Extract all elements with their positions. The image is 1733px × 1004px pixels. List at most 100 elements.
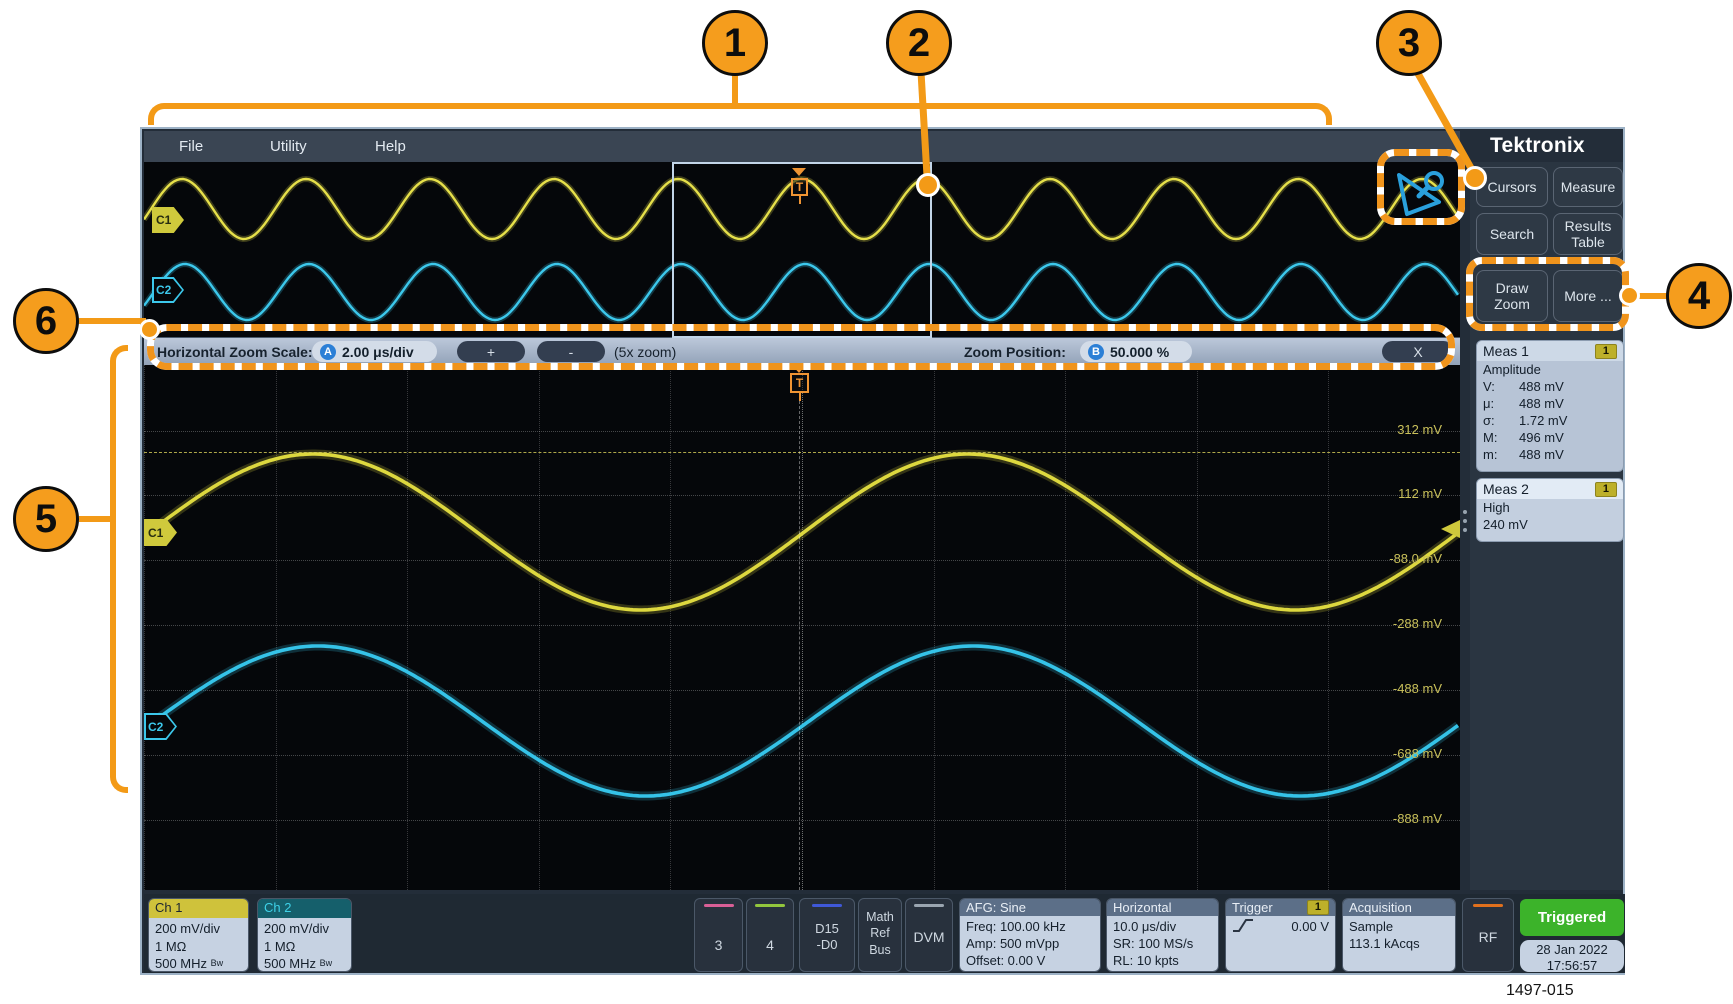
- ch2-badge-title: Ch 2: [258, 899, 351, 918]
- callout5-bracket: [110, 345, 128, 793]
- rising-edge-icon: [1232, 918, 1254, 933]
- acquisition-title: Acquisition: [1349, 900, 1412, 915]
- figure-id: 1497-015: [1506, 982, 1574, 1000]
- zoom-bar-highlight: [147, 324, 1455, 370]
- horizontal-sr: SR: 100 MS/s: [1113, 935, 1212, 952]
- ch1-zoom-marker[interactable]: C1: [144, 519, 177, 546]
- ch2-overview-marker[interactable]: C2: [152, 277, 184, 303]
- meas1-row-label: M:: [1483, 429, 1519, 446]
- ch2-badge[interactable]: Ch 2 200 mV/div 1 MΩ 500 MHz Bw: [257, 898, 352, 972]
- callout1-stem: [732, 74, 738, 104]
- ch1-level-arrow-icon: [1441, 520, 1460, 538]
- menu-help[interactable]: Help: [375, 138, 406, 155]
- ch2-impedance: 1 MΩ: [264, 938, 345, 956]
- meas1-row-label: σ:: [1483, 412, 1519, 429]
- meas1-name: Amplitude: [1483, 361, 1541, 378]
- callout4-dot: [1619, 285, 1640, 306]
- measure-button[interactable]: Measure: [1553, 167, 1623, 207]
- meas1-row-label: μ:: [1483, 395, 1519, 412]
- ch1-scale: 200 mV/div: [155, 920, 242, 938]
- meas2-value: 240 mV: [1483, 516, 1528, 533]
- callout-1: 1: [702, 10, 768, 76]
- meas1-row-label: m:: [1483, 446, 1519, 463]
- meas1-row-value: 488 mV: [1519, 395, 1564, 412]
- ch3-button[interactable]: 3: [694, 898, 743, 972]
- ch4-button[interactable]: 4: [746, 898, 794, 972]
- y-tick-label: 112 mV: [1398, 486, 1442, 501]
- horizontal-rl: RL: 10 kpts: [1113, 952, 1212, 969]
- digital-channels-button[interactable]: D15 -D0: [799, 898, 855, 972]
- trigger-status-badge: Triggered: [1520, 899, 1624, 936]
- ch4-color-strip: [755, 904, 785, 907]
- waveform-overview: T C1 C2: [144, 162, 1460, 338]
- trigger-marker-overview[interactable]: T: [791, 178, 808, 196]
- callout-4: 4: [1666, 263, 1732, 329]
- afg-badge[interactable]: AFG: Sine Freq: 100.00 kHz Amp: 500 mVpp…: [959, 898, 1101, 972]
- acquisition-mode: Sample: [1349, 918, 1449, 935]
- ch1-impedance: 1 MΩ: [155, 938, 242, 956]
- ch1-overview-marker[interactable]: C1: [152, 207, 184, 233]
- trigger-level: 0.00 V: [1291, 918, 1329, 935]
- trigger-marker-stem: [799, 196, 801, 204]
- meas1-title: Meas 1: [1483, 343, 1529, 359]
- menu-file[interactable]: File: [179, 138, 203, 155]
- y-tick-label: -888 mV: [1393, 811, 1442, 826]
- ch1-bandwidth: 500 MHz Bw: [155, 955, 242, 972]
- meas1-source-badge: 1: [1595, 344, 1617, 359]
- callout6-line: [78, 318, 146, 324]
- digital-color-strip: [812, 904, 842, 907]
- trigger-title: Trigger: [1232, 900, 1273, 915]
- y-tick-label: 312 mV: [1397, 422, 1442, 437]
- y-tick-label: -288 mV: [1393, 616, 1442, 631]
- ch2-scale: 200 mV/div: [264, 920, 345, 938]
- results-table-button[interactable]: Results Table: [1553, 213, 1623, 255]
- oscilloscope-screen: File Utility Help T C1: [140, 127, 1625, 975]
- callout-3: 3: [1376, 10, 1442, 76]
- y-tick-label: -88.0 mV: [1389, 551, 1442, 566]
- afg-amp: Amp: 500 mVpp: [966, 935, 1094, 952]
- dvm-button[interactable]: DVM: [905, 898, 953, 972]
- draw-zoom-buttons-highlight: [1466, 257, 1629, 331]
- settings-bar: Ch 1 200 mV/div 1 MΩ 500 MHz Bw Ch 2 200…: [144, 894, 1625, 973]
- meas1-row-label: V:: [1483, 378, 1519, 395]
- search-button[interactable]: Search: [1476, 213, 1548, 255]
- zoom-icon-highlight: [1377, 149, 1465, 225]
- acquisition-badge[interactable]: Acquisition Sample 113.1 kAcqs: [1342, 898, 1456, 972]
- menu-bar: File Utility Help: [144, 131, 1460, 162]
- ch1-badge[interactable]: Ch 1 200 mV/div 1 MΩ 500 MHz Bw: [148, 898, 249, 972]
- horizontal-badge[interactable]: Horizontal 10.0 μs/div SR: 100 MS/s RL: …: [1106, 898, 1219, 972]
- y-tick-label: -488 mV: [1393, 681, 1442, 696]
- documentation-figure: File Utility Help T C1: [0, 0, 1733, 1004]
- datetime-display: 28 Jan 2022 17:56:57: [1520, 940, 1624, 972]
- callout-2: 2: [886, 10, 952, 76]
- trigger-badge[interactable]: Trigger 1 0.00 V: [1225, 898, 1336, 972]
- ch2-bandwidth: 500 MHz Bw: [264, 955, 345, 972]
- y-tick-label: -688 mV: [1393, 746, 1442, 761]
- ch2-zoom-marker[interactable]: C2: [144, 713, 177, 740]
- afg-offset: Offset: 0.00 V: [966, 952, 1094, 969]
- meas2-name: High: [1483, 499, 1510, 516]
- meas2-source-badge: 1: [1595, 482, 1617, 497]
- afg-title: AFG: Sine: [966, 900, 1026, 915]
- meas2-title: Meas 2: [1483, 481, 1529, 497]
- cursors-button[interactable]: Cursors: [1476, 167, 1548, 207]
- meas2-panel[interactable]: Meas 2 1 High 240 mV: [1476, 478, 1624, 542]
- meas1-row-value: 1.72 mV: [1519, 412, 1567, 429]
- callout1-brace: [148, 103, 1332, 125]
- tektronix-logo: Tektronix: [1490, 134, 1585, 158]
- y-axis-labels: 312 mV 112 mV -88.0 mV -288 mV -488 mV -688 m…: [144, 365, 1460, 890]
- menu-utility[interactable]: Utility: [270, 138, 307, 155]
- ch1-badge-title: Ch 1: [149, 899, 248, 918]
- callout5-stem: [79, 516, 111, 522]
- meas1-row-value: 488 mV: [1519, 446, 1564, 463]
- acquisition-count: 113.1 kAcqs: [1349, 935, 1449, 952]
- rf-button[interactable]: RF: [1462, 898, 1514, 972]
- rf-color-strip: [1473, 904, 1503, 907]
- horizontal-title: Horizontal: [1113, 900, 1172, 915]
- callout-6: 6: [13, 288, 79, 354]
- zoom-detail-view: T 312 mV112 mV-88.0 mV-288 mV-488 mV-688…: [144, 365, 1460, 890]
- meas1-panel[interactable]: Meas 1 1 Amplitude V:488 mV μ:488 mV σ:1…: [1476, 340, 1624, 472]
- ch3-color-strip: [704, 904, 734, 907]
- math-ref-bus-button[interactable]: Math Ref Bus: [858, 898, 902, 972]
- dvm-color-strip: [914, 904, 944, 907]
